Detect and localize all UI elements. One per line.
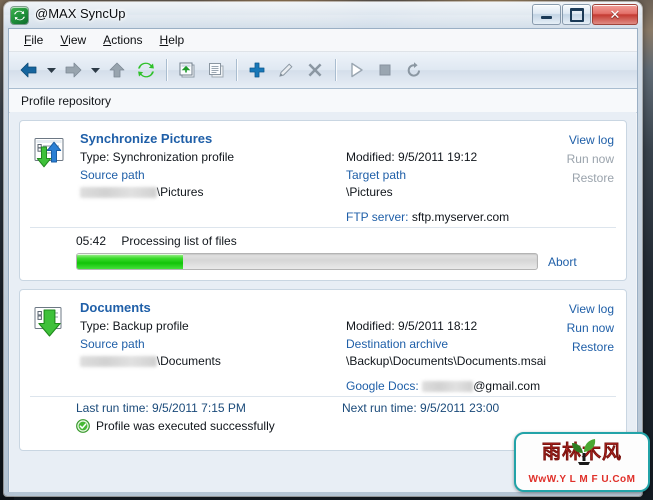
- redacted-user-path: C:\Users\DMa: [80, 356, 157, 367]
- menu-file[interactable]: File: [17, 30, 51, 50]
- menu-view[interactable]: View: [53, 30, 94, 50]
- menu-actions-label: ctions: [111, 33, 143, 47]
- forward-button[interactable]: [59, 56, 87, 84]
- toolbar-separator: [236, 59, 237, 81]
- progress-header: 05:42 Processing list of files: [76, 234, 616, 248]
- source-path-suffix: \Documents: [156, 354, 221, 368]
- client-area: File View Actions Help Profile repositor…: [8, 28, 638, 492]
- progress-elapsed: 05:42: [76, 234, 107, 248]
- progress-bar: [76, 253, 538, 270]
- run-now-link[interactable]: Run now: [544, 319, 614, 338]
- backup-profile-icon: [32, 304, 68, 340]
- sync-profile-icon: [32, 135, 68, 171]
- run-now-link: Run now: [566, 152, 614, 166]
- window-title: @MAX SyncUp: [35, 6, 126, 21]
- window-controls: ✕: [532, 4, 638, 25]
- source-path-value: C:\Users\DMa\Pictures: [80, 185, 340, 199]
- menu-help-label: elp: [168, 33, 185, 47]
- application-window: @MAX SyncUp ✕ File View Actions Help Pro…: [4, 2, 642, 496]
- success-check-icon: [76, 419, 90, 433]
- forward-dropdown[interactable]: [88, 56, 102, 84]
- restore-button[interactable]: [400, 56, 428, 84]
- redacted-user-path: C:\Users\DMa: [80, 187, 157, 198]
- source-path-value: C:\Users\DMa\Documents: [80, 354, 340, 368]
- stop-button[interactable]: [371, 56, 399, 84]
- site-watermark: 雨林木风 WwW.Y L M F U.CoM: [514, 432, 650, 492]
- menu-view-label: iew: [68, 33, 87, 47]
- profile-type: Type: Backup profile: [80, 319, 189, 333]
- close-button[interactable]: ✕: [592, 4, 638, 25]
- run-button[interactable]: [342, 56, 370, 84]
- progress-bar-fill: [77, 254, 183, 269]
- close-icon: ✕: [609, 7, 621, 22]
- abort-link[interactable]: Abort: [548, 255, 577, 269]
- profile-title[interactable]: Documents: [80, 300, 340, 315]
- ftp-server-label: FTP server:: [346, 210, 409, 224]
- ftp-server-row: FTP server: sftp.myserver.com: [346, 210, 576, 224]
- destination-archive-value: \Backup\Documents\Documents.msai: [346, 354, 547, 368]
- google-docs-label: Google Docs:: [346, 379, 419, 393]
- progress-status: Processing list of files: [121, 234, 237, 248]
- profile-modified: Modified: 9/5/2011 18:12: [346, 319, 478, 333]
- toolbar-separator: [335, 59, 336, 81]
- up-button[interactable]: [103, 56, 131, 84]
- repository-header-label: Profile repository: [21, 93, 112, 108]
- next-run-time: Next run time: 9/5/2011 23:00: [342, 401, 500, 415]
- add-profile-button[interactable]: [243, 56, 271, 84]
- last-run-time: Last run time: 9/5/2011 7:15 PM: [76, 401, 246, 415]
- menu-actions-accel: A: [103, 33, 112, 47]
- source-path-suffix: \Pictures: [156, 185, 204, 199]
- menu-view-accel: V: [60, 33, 69, 47]
- menu-actions[interactable]: Actions: [96, 30, 150, 50]
- restore-link: Restore: [571, 171, 614, 185]
- edit-profile-button[interactable]: [272, 56, 300, 84]
- menu-bar: File View Actions Help: [9, 29, 637, 52]
- destination-archive-label[interactable]: Destination archive: [346, 337, 576, 351]
- menu-file-label: ile: [31, 33, 44, 47]
- source-path-label[interactable]: Source path: [80, 168, 340, 182]
- menu-help[interactable]: Help: [153, 30, 193, 50]
- run-result-text: Profile was executed successfully: [96, 419, 275, 433]
- import-profile-button[interactable]: [173, 56, 201, 84]
- repository-header: Profile repository: [9, 89, 637, 113]
- run-result: Profile was executed successfully: [76, 419, 275, 433]
- profile-card[interactable]: Documents Type: Backup profile Source pa…: [19, 289, 627, 451]
- redacted-account-name: andy.hun: [422, 381, 474, 392]
- back-dropdown[interactable]: [44, 56, 58, 84]
- refresh-button[interactable]: [132, 56, 160, 84]
- target-path-value: \Pictures: [346, 185, 393, 199]
- profile-modified: Modified: 9/5/2011 19:12: [346, 150, 478, 164]
- toolbar: [9, 52, 637, 89]
- copy-profile-button[interactable]: [202, 56, 230, 84]
- watermark-url: WwW.Y L M F U.CoM: [528, 474, 636, 485]
- google-docs-row: Google Docs: andy.hun@gmail.com: [346, 379, 576, 393]
- view-log-link[interactable]: View log: [544, 131, 614, 150]
- restore-link[interactable]: Restore: [544, 338, 614, 357]
- target-path-label[interactable]: Target path: [346, 168, 576, 182]
- back-button[interactable]: [15, 56, 43, 84]
- menu-help-accel: H: [159, 33, 169, 47]
- minimize-button[interactable]: [532, 4, 561, 25]
- maximize-button[interactable]: [562, 4, 591, 25]
- ftp-server-value: sftp.myserver.com: [411, 210, 510, 224]
- google-docs-value: @gmail.com: [473, 379, 541, 393]
- leaf-logo-icon: [571, 436, 597, 469]
- profile-type: Type: Synchronization profile: [80, 150, 235, 164]
- view-log-link[interactable]: View log: [544, 300, 614, 319]
- profile-title[interactable]: Synchronize Pictures: [80, 131, 340, 146]
- sync-app-icon: [11, 7, 28, 24]
- toolbar-separator: [166, 59, 167, 81]
- progress-section: 05:42 Processing list of files Abort: [30, 227, 616, 280]
- delete-profile-button[interactable]: [301, 56, 329, 84]
- title-bar[interactable]: @MAX SyncUp ✕: [4, 2, 642, 28]
- profile-card[interactable]: Synchronize Pictures Type: Synchronizati…: [19, 120, 627, 281]
- source-path-label[interactable]: Source path: [80, 337, 340, 351]
